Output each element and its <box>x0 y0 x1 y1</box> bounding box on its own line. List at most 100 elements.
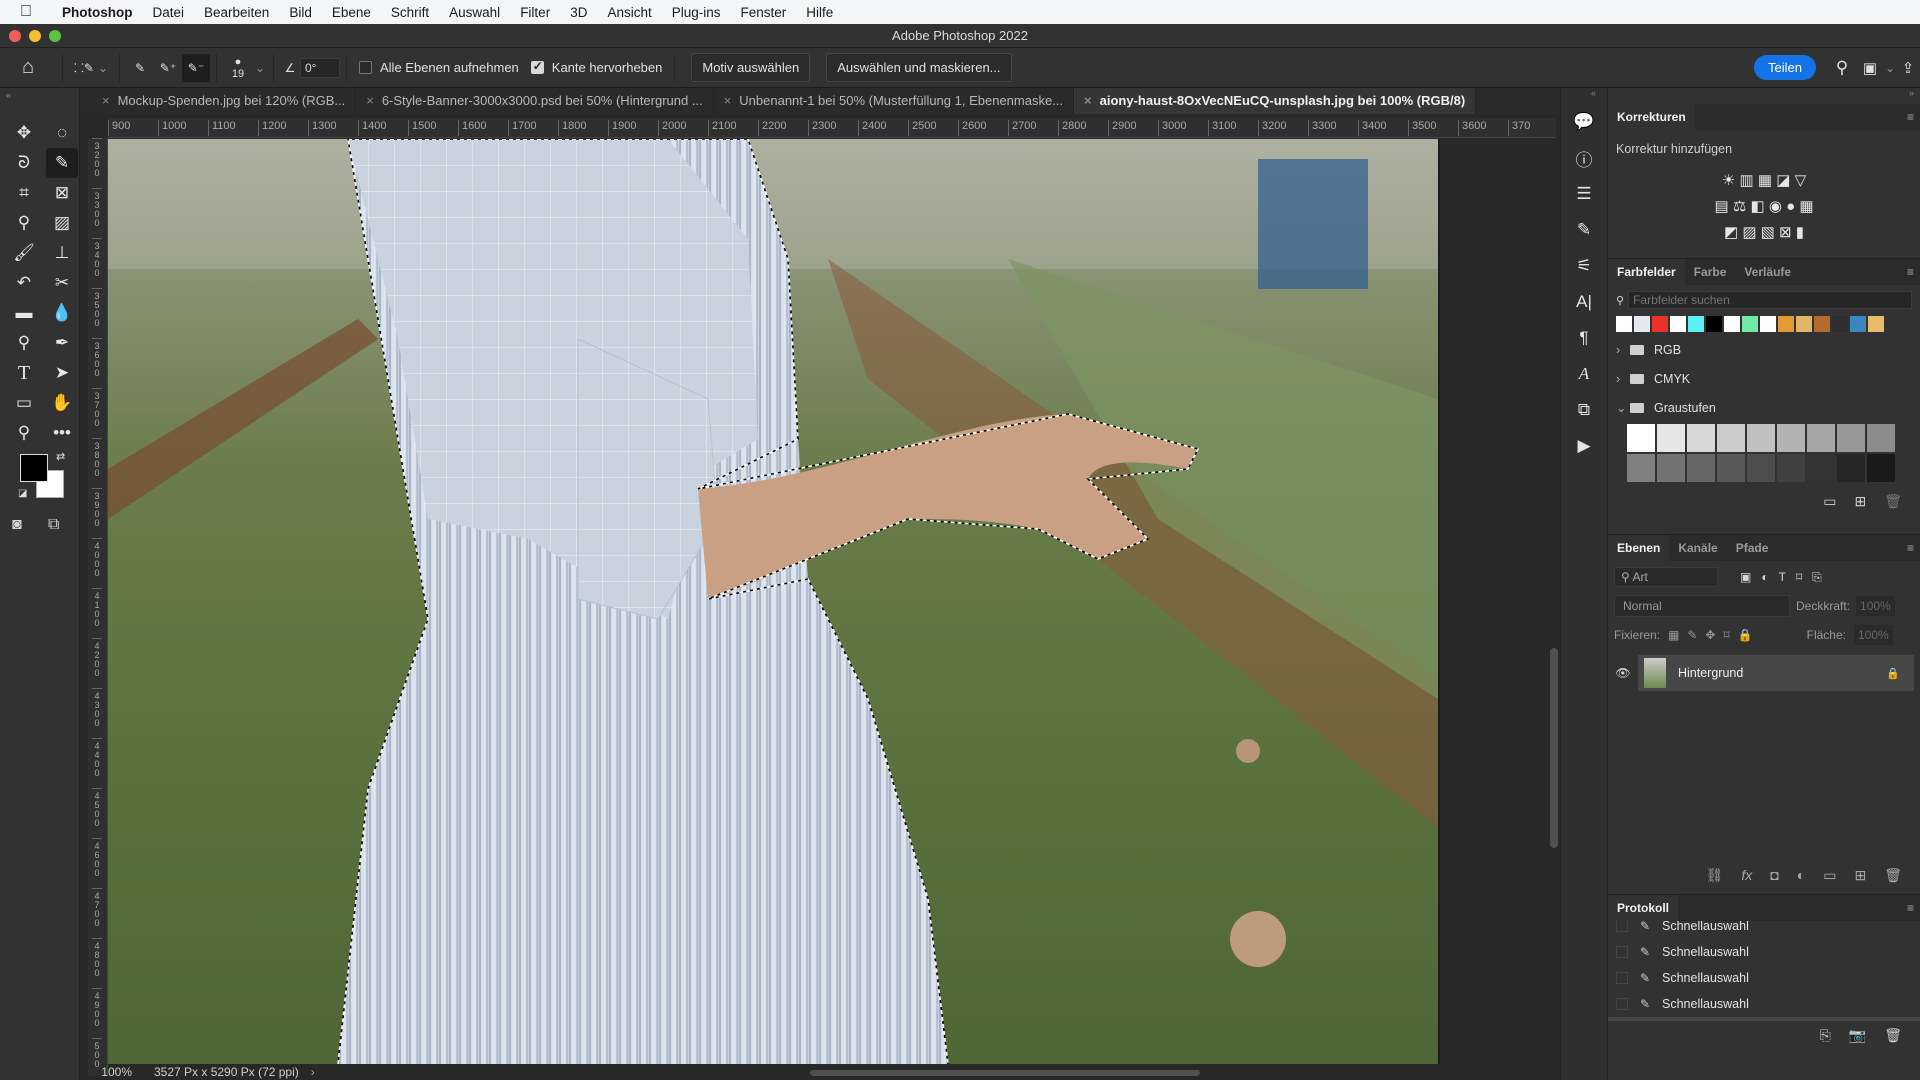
tab-mockup[interactable]: × Mockup-Spenden.jpg bei 120% (RGB... <box>92 88 357 114</box>
document-image[interactable] <box>108 139 1438 1064</box>
new-document-from-state-icon[interactable]: ⎘ <box>1820 1027 1831 1044</box>
gradient-tool-icon[interactable]: ▬ <box>8 298 40 328</box>
menu-bild[interactable]: Bild <box>279 5 322 20</box>
foreground-color-swatch[interactable] <box>20 454 48 482</box>
sample-all-layers-checkbox[interactable]: Alle Ebenen aufnehmen <box>353 48 525 88</box>
tab-banner[interactable]: × 6-Style-Banner-3000x3000.psd bei 50% (H… <box>356 88 714 114</box>
info-icon[interactable]: ⓘ <box>1561 140 1607 176</box>
new-selection-icon[interactable]: ✎ <box>126 48 154 88</box>
black-white-icon[interactable]: ◧ <box>1750 198 1764 215</box>
gray-swatch[interactable] <box>1627 454 1655 482</box>
blend-mode-select[interactable]: Normal <box>1614 595 1790 617</box>
brush-settings-icon[interactable]: ✎ <box>1561 212 1607 248</box>
canvas[interactable] <box>108 139 1440 1064</box>
gray-swatch[interactable] <box>1717 424 1745 452</box>
clone-stamp-tool-icon[interactable]: ⊥ <box>46 238 78 268</box>
character-icon[interactable]: A| <box>1561 284 1607 320</box>
elliptical-marquee-tool-icon[interactable]: ◌ <box>46 118 78 148</box>
vertical-ruler[interactable]: 3200 3300 3400 3500 3600 3700 3800 3900 4000 4100… <box>88 138 108 1076</box>
new-adjustment-layer-icon[interactable]: ◐ <box>1797 867 1805 884</box>
workspace-icon[interactable]: ▣ <box>1856 48 1884 88</box>
swatch[interactable] <box>1796 316 1812 332</box>
enhance-edge-checkbox[interactable]: Kante hervorheben <box>525 48 669 88</box>
swatch[interactable] <box>1634 316 1650 332</box>
swatch-search-input[interactable] <box>1628 291 1912 309</box>
layer-filter-select[interactable]: ⚲ Art <box>1614 567 1718 587</box>
panel-menu-icon[interactable]: ≡ <box>1907 265 1914 279</box>
tool-preset-picker[interactable]: ⸬✎ ⌄ <box>69 48 113 88</box>
glyphs-icon[interactable]: A <box>1561 356 1607 392</box>
history-item[interactable]: ✎ Schnellauswahl <box>1608 939 1920 965</box>
threshold-icon[interactable]: ▧ <box>1761 224 1775 241</box>
new-swatch-icon[interactable]: ⊞ <box>1854 493 1866 510</box>
exposure-icon[interactable]: ◪ <box>1776 172 1790 189</box>
panel-menu-icon[interactable]: ≡ <box>1907 541 1914 555</box>
color-balance-icon[interactable]: ⚖ <box>1733 198 1746 215</box>
healing-brush-tool-icon[interactable]: ▨ <box>46 208 78 238</box>
angle-input[interactable] <box>300 57 340 78</box>
menu-app[interactable]: Photoshop <box>52 5 143 20</box>
menu-filter[interactable]: Filter <box>510 5 560 20</box>
swatch[interactable] <box>1760 316 1776 332</box>
delete-layer-icon[interactable]: 🗑 <box>1884 867 1902 884</box>
visibility-eye-icon[interactable]: 👁 <box>1608 666 1638 680</box>
brightness-contrast-icon[interactable]: ☀ <box>1722 172 1735 189</box>
share-button[interactable]: Teilen <box>1754 55 1816 80</box>
quick-selection-tool-icon[interactable]: ✎ <box>46 148 78 178</box>
lock-position-icon[interactable]: ✥ <box>1705 628 1715 642</box>
gray-swatch[interactable] <box>1807 424 1835 452</box>
screen-mode-icon[interactable]: ⧉ <box>48 516 59 534</box>
gray-swatch[interactable] <box>1747 454 1775 482</box>
adjustments-icon[interactable]: ☰ <box>1561 176 1607 212</box>
vertical-scrollbar[interactable] <box>1550 648 1558 848</box>
brush-tool-icon[interactable]: 🖌 <box>8 238 40 268</box>
swatch[interactable] <box>1868 316 1884 332</box>
actions-play-icon[interactable]: ▶ <box>1561 428 1607 464</box>
tab-unbenannt[interactable]: × Unbenannt-1 bei 50% (Musterfüllung 1, E… <box>714 88 1075 114</box>
delete-swatch-icon[interactable]: 🗑 <box>1884 493 1902 510</box>
close-window-button[interactable] <box>9 30 21 42</box>
dodge-tool-icon[interactable]: ⚲ <box>8 328 40 358</box>
minimize-window-button[interactable] <box>29 30 41 42</box>
lock-transparent-icon[interactable]: ▦ <box>1668 628 1679 642</box>
photo-filter-icon[interactable]: ◉ <box>1769 198 1782 215</box>
swatch-folder-cmyk[interactable]: › CMYK <box>1608 364 1920 393</box>
add-mask-icon[interactable]: ◘ <box>1770 867 1778 884</box>
hand-tool-icon[interactable]: ✋ <box>46 388 78 418</box>
new-group-icon[interactable]: ▭ <box>1823 867 1836 884</box>
history-item[interactable]: ✎ Schnellauswahl <box>1608 965 1920 991</box>
maximize-window-button[interactable] <box>49 30 61 42</box>
tab-verlaeufe[interactable]: Verläufe <box>1735 259 1800 285</box>
filter-shape-icon[interactable]: ⌑ <box>1796 570 1802 584</box>
panel-menu-icon[interactable]: ≡ <box>1907 901 1914 915</box>
panel-menu-icon[interactable]: ≡ <box>1907 110 1914 124</box>
tab-aiony-haust[interactable]: × aiony-haust-8OxVecNEuCQ-unsplash.jpg be… <box>1074 88 1477 114</box>
swatch[interactable] <box>1616 316 1632 332</box>
paragraph-icon[interactable]: ¶ <box>1561 320 1607 356</box>
brush-size-picker[interactable]: ● 19 <box>223 48 253 88</box>
filter-type-icon[interactable]: T <box>1779 570 1786 584</box>
zoom-level[interactable]: 100% <box>88 1065 144 1079</box>
gray-swatch[interactable] <box>1867 424 1895 452</box>
menu-schrift[interactable]: Schrift <box>381 5 439 20</box>
gray-swatch[interactable] <box>1687 424 1715 452</box>
menu-fenster[interactable]: Fenster <box>731 5 797 20</box>
path-selection-tool-icon[interactable]: ➤ <box>46 358 78 388</box>
gray-swatch[interactable] <box>1717 454 1745 482</box>
gray-swatch[interactable] <box>1837 424 1865 452</box>
menu-hilfe[interactable]: Hilfe <box>796 5 843 20</box>
type-tool-icon[interactable]: T <box>8 358 40 388</box>
opacity-input[interactable]: 100% <box>1856 596 1895 616</box>
history-item[interactable]: ✎ Schnellauswahl <box>1608 991 1920 1017</box>
export-share-icon[interactable]: ⇪ <box>1896 48 1920 88</box>
select-subject-button[interactable]: Motiv auswählen <box>691 53 811 82</box>
tab-farbe[interactable]: Farbe <box>1685 259 1736 285</box>
history-item-selected[interactable]: ✎Schnellauswahl <box>1608 1017 1920 1021</box>
chevron-down-icon[interactable]: ⌄ <box>253 48 267 88</box>
subtract-from-selection-icon[interactable]: ✎⁻ <box>182 53 210 82</box>
menu-ebene[interactable]: Ebene <box>322 5 381 20</box>
history-brush-tool-icon[interactable]: ↶ <box>8 268 40 298</box>
close-tab-icon[interactable]: × <box>102 93 110 108</box>
tab-ebenen[interactable]: Ebenen <box>1608 535 1670 561</box>
pen-tool-icon[interactable]: ✒ <box>46 328 78 358</box>
